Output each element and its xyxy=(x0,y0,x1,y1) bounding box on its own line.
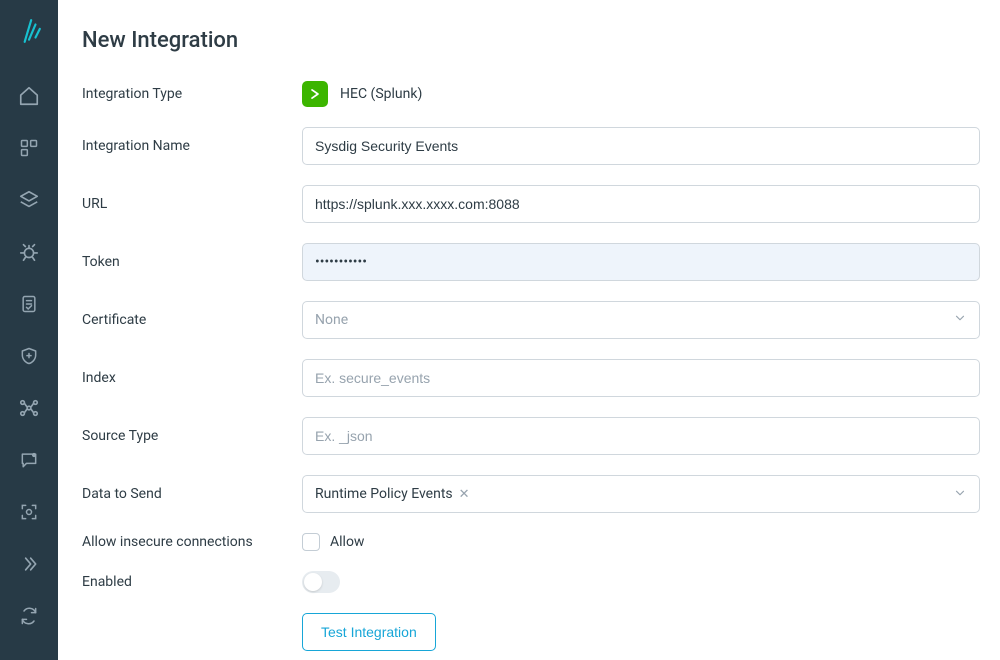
token-input[interactable] xyxy=(302,243,980,281)
row-data-to-send: Data to Send Runtime Policy Events ✕ xyxy=(82,475,980,513)
home-icon[interactable] xyxy=(17,84,41,108)
apps-icon[interactable] xyxy=(17,136,41,160)
label-integration-name: Integration Name xyxy=(82,138,302,154)
certificate-placeholder: None xyxy=(315,312,348,328)
label-allow-insecure: Allow insecure connections xyxy=(82,534,302,550)
scan-icon[interactable] xyxy=(17,500,41,524)
row-integration-type: Integration Type HEC (Splunk) xyxy=(82,81,980,107)
certificate-select[interactable]: None xyxy=(302,301,980,339)
row-enabled: Enabled xyxy=(82,571,980,593)
url-input[interactable] xyxy=(302,185,980,223)
sync-icon[interactable] xyxy=(17,604,41,628)
label-data-to-send: Data to Send xyxy=(82,486,302,502)
label-integration-type: Integration Type xyxy=(82,86,302,102)
label-url: URL xyxy=(82,196,302,212)
allow-insecure-checkbox-label: Allow xyxy=(330,534,364,550)
expand-icon[interactable] xyxy=(17,552,41,576)
toggle-knob xyxy=(304,573,322,591)
test-integration-button[interactable]: Test Integration xyxy=(302,613,436,651)
label-source-type: Source Type xyxy=(82,428,302,444)
enabled-toggle[interactable] xyxy=(302,571,340,593)
integration-name-input[interactable] xyxy=(302,127,980,165)
selected-tag: Runtime Policy Events ✕ xyxy=(311,483,474,505)
label-enabled: Enabled xyxy=(82,574,302,590)
tag-label: Runtime Policy Events xyxy=(315,486,453,502)
page-title: New Integration xyxy=(82,28,980,53)
logo-icon xyxy=(16,18,42,48)
label-index: Index xyxy=(82,370,302,386)
main-content: New Integration Integration Type HEC (Sp… xyxy=(58,0,1000,660)
chevron-down-icon xyxy=(953,485,967,504)
splunk-badge-icon xyxy=(302,81,328,107)
index-input[interactable] xyxy=(302,359,980,397)
shield-icon[interactable] xyxy=(17,344,41,368)
row-token: Token xyxy=(82,243,980,281)
source-type-input[interactable] xyxy=(302,417,980,455)
chevron-down-icon xyxy=(953,311,967,329)
allow-insecure-checkbox[interactable] xyxy=(302,533,320,551)
bug-icon[interactable] xyxy=(17,240,41,264)
row-allow-insecure: Allow insecure connections Allow xyxy=(82,533,980,551)
data-to-send-select[interactable]: Runtime Policy Events ✕ xyxy=(302,475,980,513)
row-url: URL xyxy=(82,185,980,223)
chat-icon[interactable] xyxy=(17,448,41,472)
network-icon[interactable] xyxy=(17,396,41,420)
row-test-button: Test Integration xyxy=(82,613,980,651)
label-token: Token xyxy=(82,254,302,270)
layers-icon[interactable] xyxy=(17,188,41,212)
sidebar xyxy=(0,0,58,660)
row-source-type: Source Type xyxy=(82,417,980,455)
row-certificate: Certificate None xyxy=(82,301,980,339)
report-icon[interactable] xyxy=(17,292,41,316)
row-index: Index xyxy=(82,359,980,397)
tag-remove-icon[interactable]: ✕ xyxy=(459,487,470,502)
label-certificate: Certificate xyxy=(82,312,302,328)
row-integration-name: Integration Name xyxy=(82,127,980,165)
integration-type-value: HEC (Splunk) xyxy=(340,86,422,102)
